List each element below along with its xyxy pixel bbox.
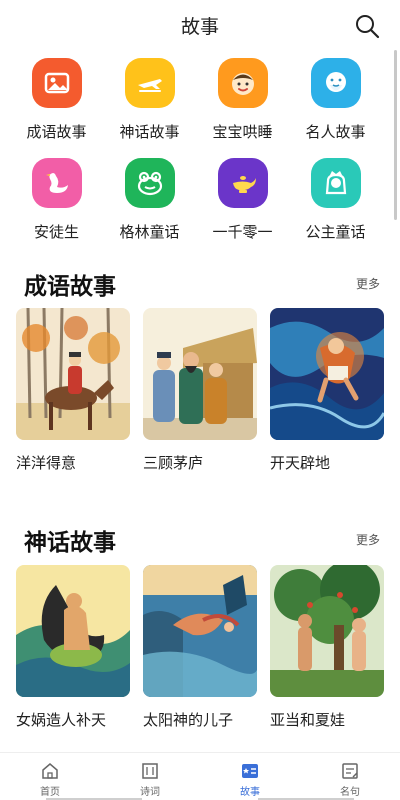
category-label: 成语故事 (26, 123, 87, 141)
category-label: 神话故事 (119, 123, 180, 141)
category-item-baby-sleep[interactable]: 宝宝哄睡 (196, 58, 289, 142)
category-grid: 成语故事 神话故事 宝宝哄睡 名人故事 安徒生 格林童话 一千零一 公主童话 (10, 58, 382, 242)
story-card[interactable]: 三顾茅庐 (143, 308, 257, 473)
home-icon (42, 763, 58, 779)
app-header: 故事 (0, 0, 400, 50)
sage-face-icon (310, 58, 361, 108)
tab-label: 首页 (40, 787, 60, 798)
story-thumbnail (270, 308, 384, 440)
story-book-icon (242, 764, 258, 778)
category-label: 一千零一 (212, 223, 273, 241)
bottom-tab-bar: 首页 诗词 故事 名句 (0, 752, 400, 800)
picture-icon (31, 58, 82, 108)
story-card[interactable]: 太阳神的儿子 (143, 565, 257, 730)
story-card-row: 女娲造人补天 太阳神的儿子 亚当和夏娃 (16, 565, 384, 730)
tab-label: 名句 (340, 787, 360, 798)
scroll-icon (142, 763, 158, 779)
story-thumbnail (16, 308, 130, 440)
story-thumbnail (143, 308, 257, 440)
tab-label: 诗词 (140, 787, 160, 798)
swan-icon (31, 158, 82, 208)
story-title: 洋洋得意 (16, 454, 77, 472)
more-link[interactable]: 更多 (356, 275, 380, 292)
story-title: 亚当和夏娃 (270, 711, 346, 729)
story-title: 三顾茅庐 (143, 454, 204, 472)
category-item-famous-people[interactable]: 名人故事 (289, 58, 382, 142)
story-card[interactable]: 开天辟地 (270, 308, 384, 473)
category-item-myth-stories[interactable]: 神话故事 (103, 58, 196, 142)
tab-poems[interactable]: 诗词 (100, 753, 200, 800)
scrollbar[interactable] (394, 50, 397, 220)
story-card[interactable]: 洋洋得意 (16, 308, 130, 473)
frog-icon (124, 158, 175, 208)
story-title: 女娲造人补天 (16, 711, 107, 729)
category-label: 名人故事 (305, 123, 366, 141)
story-thumbnail (16, 565, 130, 697)
category-label: 公主童话 (305, 223, 366, 241)
story-title: 开天辟地 (270, 454, 331, 472)
section-header-myths: 神话故事 更多 (24, 523, 380, 556)
story-card-row: 洋洋得意 三顾茅庐 开天辟地 (16, 308, 384, 473)
category-item-arabian-nights[interactable]: 一千零一 (196, 158, 289, 242)
category-item-grimm[interactable]: 格林童话 (103, 158, 196, 242)
story-thumbnail (270, 565, 384, 697)
category-item-andersen[interactable]: 安徒生 (10, 158, 103, 242)
section-title: 神话故事 (24, 530, 116, 556)
magic-lamp-icon (217, 158, 268, 208)
story-thumbnail (143, 565, 257, 697)
princess-icon (310, 158, 361, 208)
more-link[interactable]: 更多 (356, 531, 380, 548)
search-icon[interactable] (354, 13, 380, 39)
tab-label: 故事 (240, 787, 260, 798)
category-label: 格林童话 (119, 223, 180, 241)
baby-face-icon (217, 58, 268, 108)
story-card[interactable]: 亚当和夏娃 (270, 565, 384, 730)
section-header-idioms: 成语故事 更多 (24, 267, 380, 300)
category-label: 安徒生 (33, 223, 79, 241)
tab-stories[interactable]: 故事 (200, 753, 300, 800)
category-item-idiom-stories[interactable]: 成语故事 (10, 58, 103, 142)
category-label: 宝宝哄睡 (212, 123, 273, 141)
page-title: 故事 (180, 16, 219, 38)
airplane-icon (124, 58, 175, 108)
category-item-princess[interactable]: 公主童话 (289, 158, 382, 242)
story-title: 太阳神的儿子 (143, 711, 234, 729)
section-title: 成语故事 (24, 274, 116, 300)
story-card[interactable]: 女娲造人补天 (16, 565, 130, 730)
quote-note-icon (342, 763, 358, 779)
tab-home[interactable]: 首页 (0, 753, 100, 800)
tab-quotes[interactable]: 名句 (300, 753, 400, 800)
